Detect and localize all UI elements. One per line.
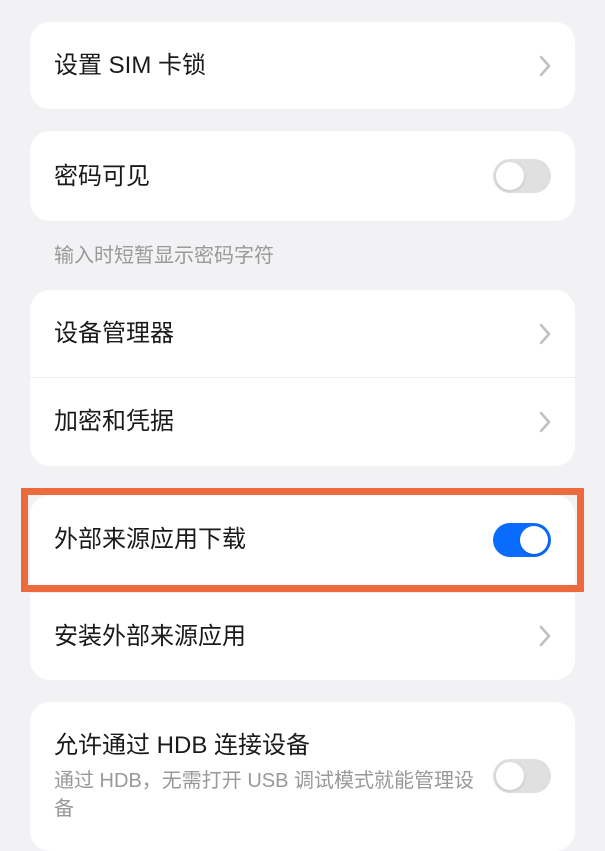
device-admin-row[interactable]: 设备管理器 bbox=[30, 290, 575, 378]
password-visible-label: 密码可见 bbox=[54, 161, 150, 192]
chevron-right-icon bbox=[539, 625, 551, 647]
sim-lock-row[interactable]: 设置 SIM 卡锁 bbox=[30, 22, 575, 109]
toggle-knob bbox=[496, 762, 524, 790]
toggle-knob bbox=[496, 162, 524, 190]
password-visible-row[interactable]: 密码可见 bbox=[30, 131, 575, 221]
sim-lock-label: 设置 SIM 卡锁 bbox=[54, 50, 206, 81]
password-visible-helper: 输入时短暂显示密码字符 bbox=[30, 221, 575, 268]
hdb-label: 允许通过 HDB 连接设备 bbox=[54, 730, 493, 761]
chevron-right-icon bbox=[539, 323, 551, 345]
toggle-knob bbox=[520, 526, 548, 554]
device-admin-label: 设备管理器 bbox=[54, 318, 174, 349]
external-download-label: 外部来源应用下载 bbox=[54, 524, 246, 555]
password-visible-toggle[interactable] bbox=[493, 159, 551, 193]
install-external-row[interactable]: 安装外部来源应用 bbox=[30, 592, 575, 680]
hdb-subtitle: 通过 HDB，无需打开 USB 调试模式就能管理设备 bbox=[54, 767, 493, 823]
hdb-row[interactable]: 允许通过 HDB 连接设备 通过 HDB，无需打开 USB 调试模式就能管理设备 bbox=[30, 702, 575, 851]
install-external-label: 安装外部来源应用 bbox=[54, 621, 246, 652]
highlighted-setting-box: 外部来源应用下载 bbox=[21, 488, 584, 592]
external-download-row[interactable]: 外部来源应用下载 bbox=[30, 495, 575, 585]
chevron-right-icon bbox=[539, 411, 551, 433]
encryption-row[interactable]: 加密和凭据 bbox=[30, 378, 575, 465]
encryption-label: 加密和凭据 bbox=[54, 406, 174, 437]
chevron-right-icon bbox=[539, 55, 551, 77]
external-download-toggle[interactable] bbox=[493, 523, 551, 557]
hdb-toggle[interactable] bbox=[493, 759, 551, 793]
